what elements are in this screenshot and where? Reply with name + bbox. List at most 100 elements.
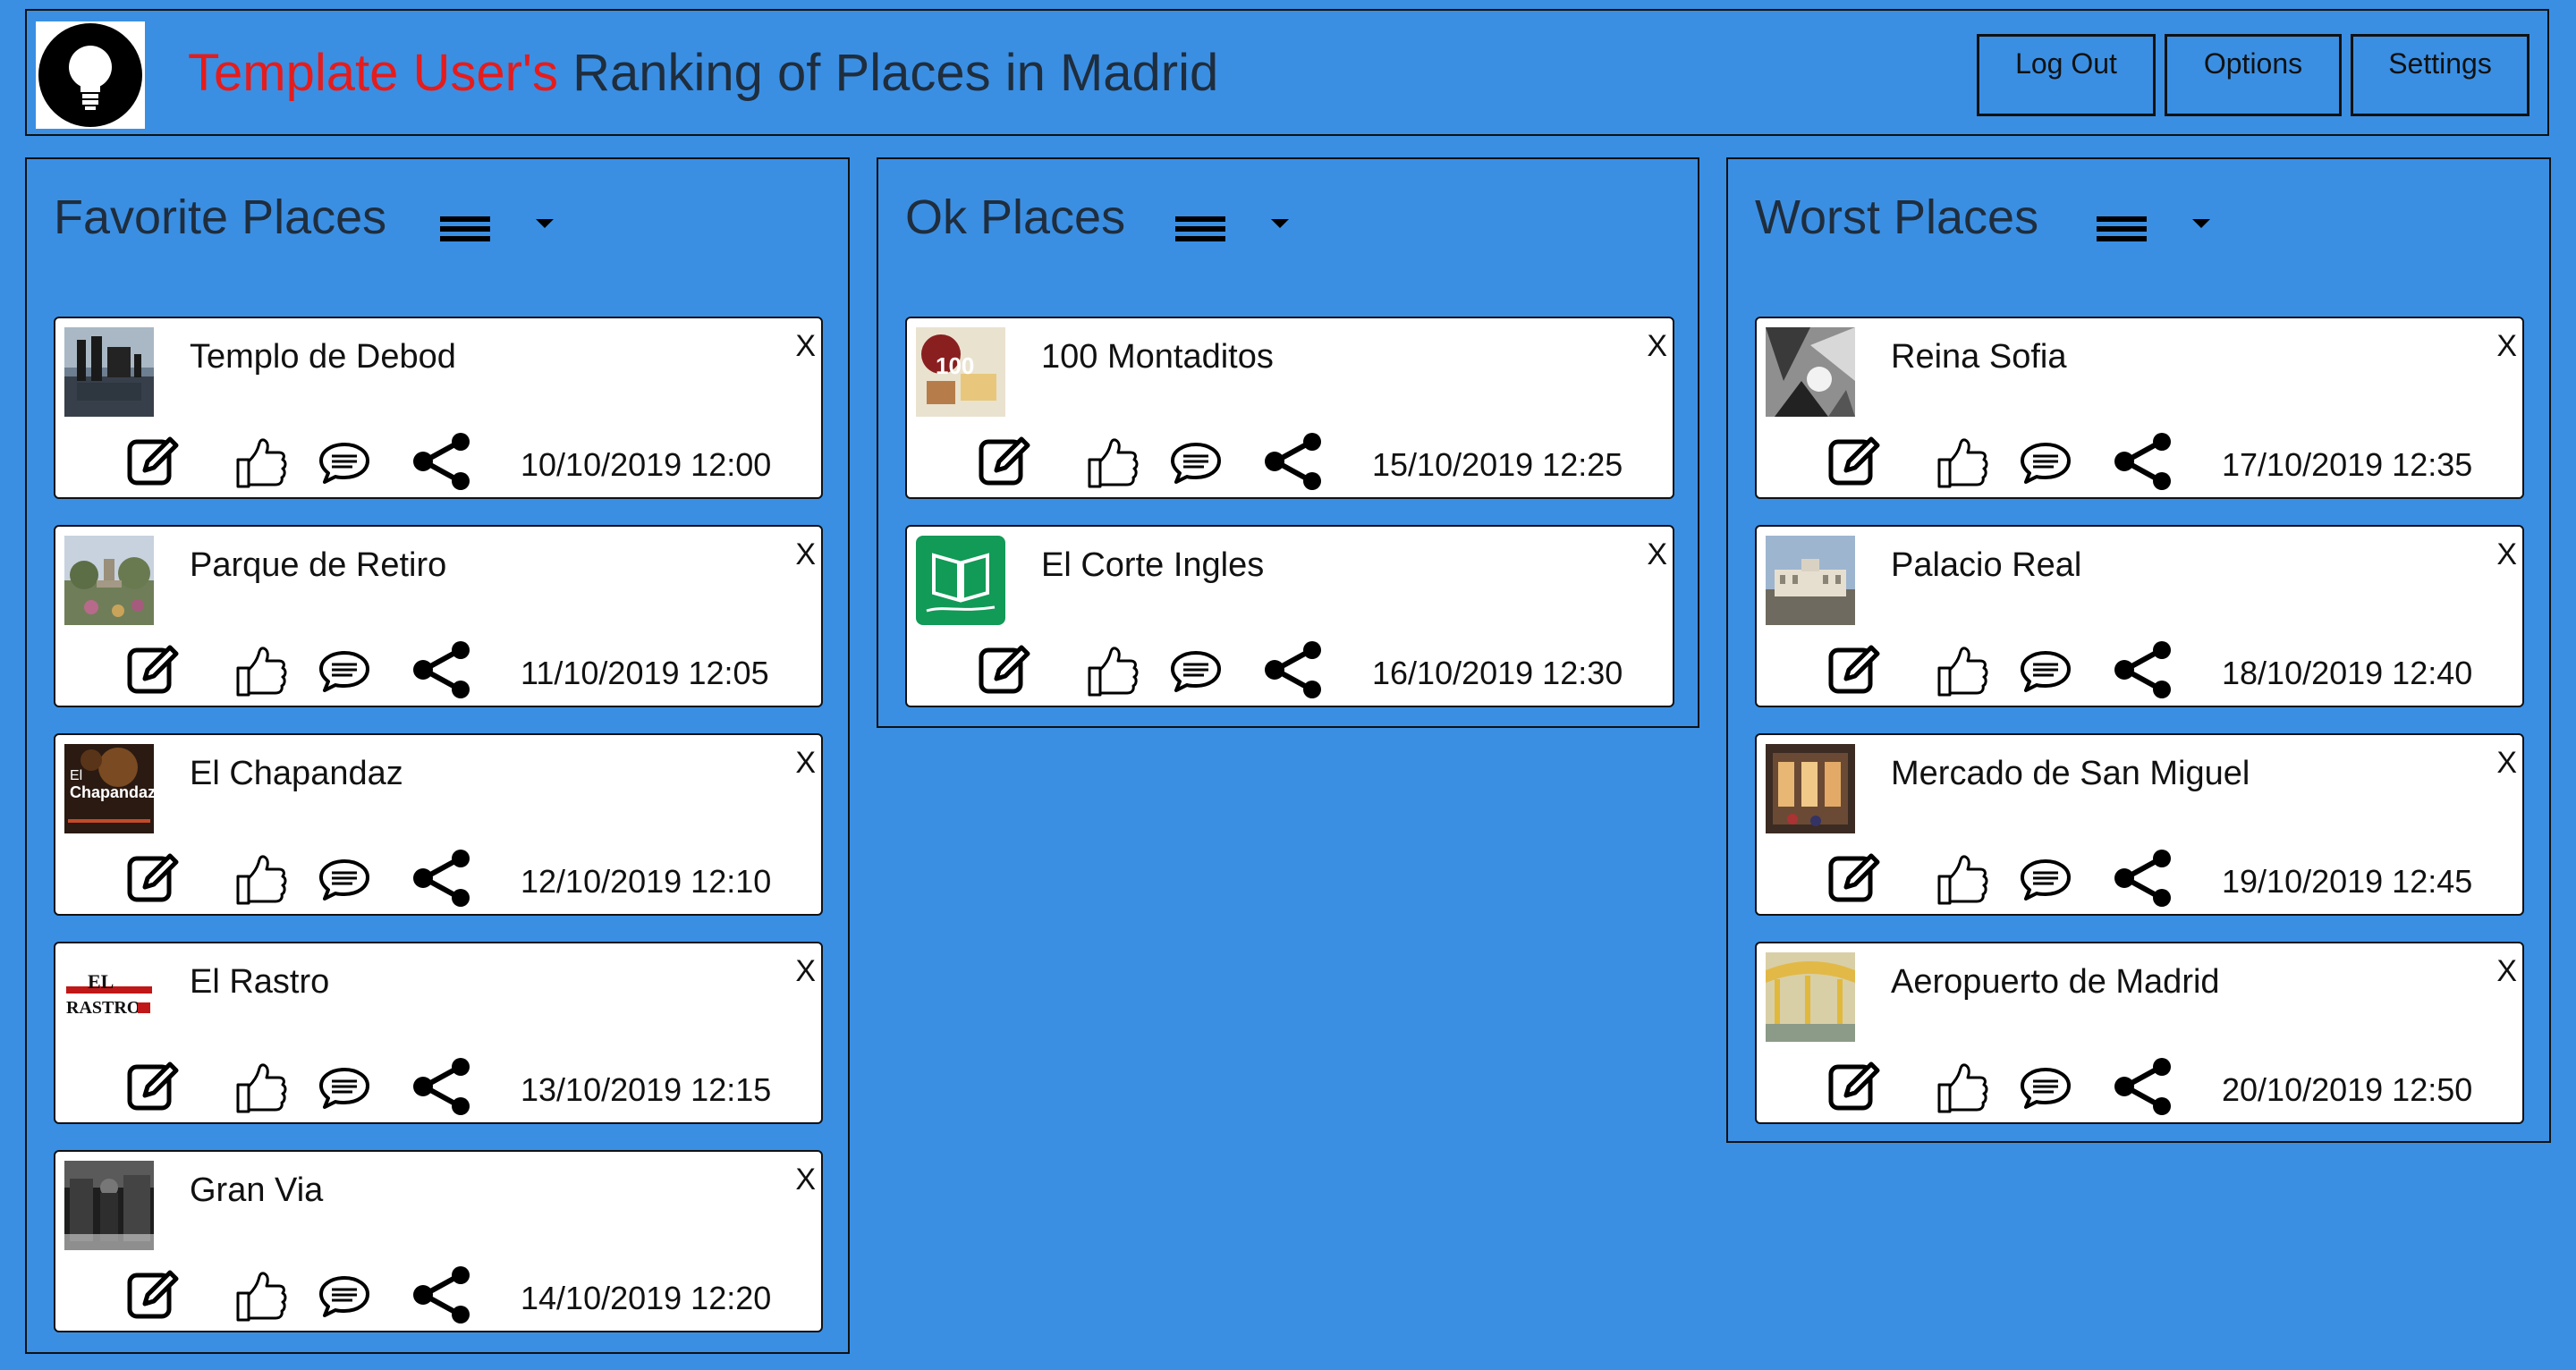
- thumbs-up-icon[interactable]: [1086, 645, 1141, 700]
- comment-icon[interactable]: [318, 858, 370, 901]
- column-title: Ok Places: [905, 190, 1126, 244]
- place-card[interactable]: Gran Via X 14/10/2019 12:20: [54, 1150, 823, 1332]
- share-icon[interactable]: [411, 850, 472, 907]
- svg-text:RASTRO: RASTRO: [66, 998, 140, 1018]
- place-timestamp: 19/10/2019 12:45: [2222, 863, 2473, 900]
- place-thumbnail: [1766, 536, 1855, 625]
- edit-icon[interactable]: [125, 1266, 181, 1322]
- place-timestamp: 13/10/2019 12:15: [521, 1071, 772, 1108]
- edit-icon[interactable]: [977, 641, 1032, 697]
- share-icon[interactable]: [1263, 433, 1324, 490]
- close-button[interactable]: X: [2496, 954, 2517, 989]
- svg-text:El: El: [70, 768, 82, 783]
- share-icon[interactable]: [2113, 641, 2174, 698]
- place-name: Palacio Real: [1891, 546, 2082, 584]
- thumbs-up-icon[interactable]: [1936, 853, 1991, 909]
- close-button[interactable]: X: [795, 329, 816, 364]
- comment-icon[interactable]: [318, 650, 370, 693]
- place-name: Reina Sofia: [1891, 338, 2067, 376]
- column-worst-places: Worst Places Reina Sofia X 17/10/2019 12…: [1726, 157, 2551, 1143]
- options-button[interactable]: Options: [2165, 34, 2342, 116]
- comment-icon[interactable]: [2020, 650, 2072, 693]
- share-icon[interactable]: [2113, 850, 2174, 907]
- share-icon[interactable]: [411, 641, 472, 698]
- place-name: El Corte Ingles: [1041, 546, 1265, 584]
- hamburger-menu-icon[interactable]: [438, 211, 492, 247]
- thumbs-up-icon[interactable]: [1936, 436, 1991, 492]
- close-button[interactable]: X: [2496, 329, 2517, 364]
- share-icon[interactable]: [411, 1266, 472, 1323]
- place-name: Mercado de San Miguel: [1891, 755, 2250, 792]
- user-name: Template User's: [188, 44, 558, 102]
- share-icon[interactable]: [1263, 641, 1324, 698]
- place-card[interactable]: EL RASTRO El Rastro X 13/10/2019 12:15: [54, 942, 823, 1124]
- lightbulb-logo-icon[interactable]: [36, 21, 145, 129]
- place-card[interactable]: Aeropuerto de Madrid X 20/10/2019 12:50: [1755, 942, 2524, 1124]
- comment-icon[interactable]: [318, 442, 370, 485]
- edit-icon[interactable]: [1826, 850, 1882, 905]
- edit-icon[interactable]: [125, 850, 181, 905]
- hamburger-menu-icon[interactable]: [2095, 211, 2148, 247]
- place-name: 100 Montaditos: [1041, 338, 1274, 376]
- share-icon[interactable]: [411, 433, 472, 490]
- thumbs-up-icon[interactable]: [234, 436, 290, 492]
- hamburger-menu-icon[interactable]: [1174, 211, 1227, 247]
- place-thumbnail: EL RASTRO: [64, 952, 154, 1042]
- share-icon[interactable]: [411, 1058, 472, 1115]
- comment-icon[interactable]: [2020, 858, 2072, 901]
- share-icon[interactable]: [2113, 433, 2174, 490]
- place-card[interactable]: El Chapandaz El Chapandaz X 12/10/2019 1…: [54, 733, 823, 916]
- edit-icon[interactable]: [977, 433, 1032, 488]
- place-timestamp: 20/10/2019 12:50: [2222, 1071, 2473, 1108]
- thumbs-up-icon[interactable]: [1936, 645, 1991, 700]
- edit-icon[interactable]: [1826, 641, 1882, 697]
- place-timestamp: 12/10/2019 12:10: [521, 863, 772, 900]
- edit-icon[interactable]: [1826, 433, 1882, 488]
- thumbs-up-icon[interactable]: [234, 645, 290, 700]
- thumbs-up-icon[interactable]: [234, 1270, 290, 1325]
- place-card[interactable]: El Corte Ingles X 16/10/2019 12:30: [905, 525, 1674, 707]
- edit-icon[interactable]: [125, 1058, 181, 1113]
- thumbs-up-icon[interactable]: [1936, 1061, 1991, 1117]
- caret-down-icon[interactable]: [533, 215, 556, 233]
- place-card[interactable]: Palacio Real X 18/10/2019 12:40: [1755, 525, 2524, 707]
- comment-icon[interactable]: [318, 1275, 370, 1318]
- close-button[interactable]: X: [2496, 746, 2517, 781]
- column-title: Worst Places: [1755, 190, 2039, 244]
- edit-icon[interactable]: [125, 433, 181, 488]
- comment-icon[interactable]: [1170, 650, 1222, 693]
- thumbs-up-icon[interactable]: [234, 853, 290, 909]
- place-card[interactable]: 100 100 Montaditos X 15/10/2019 12:25: [905, 317, 1674, 499]
- edit-icon[interactable]: [125, 641, 181, 697]
- comment-icon[interactable]: [2020, 442, 2072, 485]
- place-card[interactable]: Reina Sofia X 17/10/2019 12:35: [1755, 317, 2524, 499]
- close-button[interactable]: X: [795, 537, 816, 572]
- close-button[interactable]: X: [795, 1163, 816, 1197]
- close-button[interactable]: X: [2496, 537, 2517, 572]
- place-thumbnail: [64, 536, 154, 625]
- caret-down-icon[interactable]: [2190, 215, 2213, 233]
- app-header: Template User's Ranking of Places in Mad…: [25, 9, 2549, 136]
- close-button[interactable]: X: [795, 746, 816, 781]
- logout-button[interactable]: Log Out: [1977, 34, 2156, 116]
- thumbs-up-icon[interactable]: [234, 1061, 290, 1117]
- place-thumbnail: [1766, 952, 1855, 1042]
- place-name: Gran Via: [190, 1171, 324, 1209]
- place-timestamp: 10/10/2019 12:00: [521, 446, 772, 483]
- thumbs-up-icon[interactable]: [1086, 436, 1141, 492]
- place-card[interactable]: Mercado de San Miguel X 19/10/2019 12:45: [1755, 733, 2524, 916]
- caret-down-icon[interactable]: [1268, 215, 1292, 233]
- close-button[interactable]: X: [795, 954, 816, 989]
- comment-icon[interactable]: [1170, 442, 1222, 485]
- comment-icon[interactable]: [2020, 1067, 2072, 1110]
- share-icon[interactable]: [2113, 1058, 2174, 1115]
- place-card[interactable]: Templo de Debod X 10/10/2019 12:00: [54, 317, 823, 499]
- edit-icon[interactable]: [1826, 1058, 1882, 1113]
- comment-icon[interactable]: [318, 1067, 370, 1110]
- place-thumbnail: El Chapandaz: [64, 744, 154, 833]
- place-thumbnail: [1766, 327, 1855, 417]
- settings-button[interactable]: Settings: [2351, 34, 2529, 116]
- close-button[interactable]: X: [1647, 329, 1667, 364]
- close-button[interactable]: X: [1647, 537, 1667, 572]
- place-card[interactable]: Parque de Retiro X 11/10/2019 12:05: [54, 525, 823, 707]
